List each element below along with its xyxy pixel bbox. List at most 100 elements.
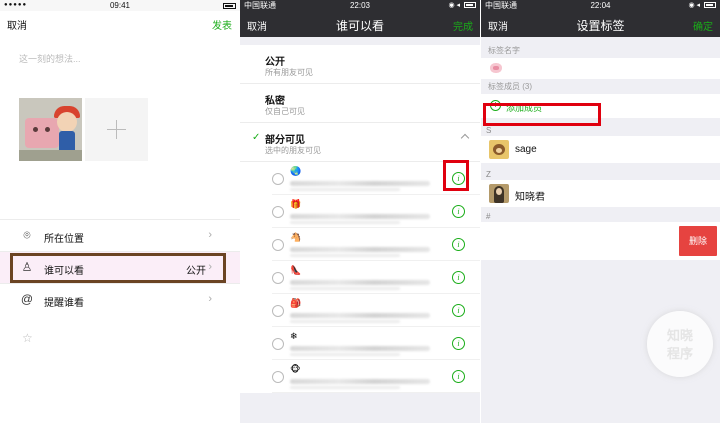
info-icon[interactable]: i — [452, 271, 465, 284]
member-name: 知晓君 — [515, 192, 545, 203]
status-time: 22:03 — [349, 1, 371, 10]
page-title: 设置标签 — [576, 19, 625, 33]
chevron-right-icon: › — [208, 293, 212, 305]
friend-row[interactable]: 👠 i — [240, 261, 480, 294]
chevron-right-icon: › — [208, 229, 212, 241]
friend-row[interactable]: 🐵 i — [240, 360, 480, 393]
friend-avatar-icon: 👠 — [290, 265, 302, 275]
group-header: S — [481, 125, 720, 136]
friend-avatar-icon: 🎒 — [290, 298, 302, 308]
info-icon[interactable]: i — [452, 370, 465, 383]
friend-row[interactable]: 🐴 i — [240, 228, 480, 261]
location-pin-icon: ⌾ — [23, 228, 31, 242]
location-row[interactable]: ⌾ 所在位置 › — [0, 219, 240, 251]
signal-icon: ●●●●● — [4, 2, 28, 8]
radio-button[interactable] — [272, 206, 284, 218]
blurred-name — [290, 221, 400, 224]
friend-row[interactable]: 🎒 i — [240, 294, 480, 327]
option-public[interactable]: 公开 所有朋友可见 — [240, 45, 480, 84]
delete-button[interactable]: 删除 — [679, 226, 717, 256]
nav-bar: 取消 设置标签 确定 — [481, 11, 720, 37]
star-icon[interactable]: ☆ — [22, 331, 33, 345]
publish-button[interactable]: 发表 — [212, 17, 232, 32]
blurred-name — [290, 346, 430, 351]
at-sign-icon: @ — [20, 292, 34, 306]
blurred-name — [290, 181, 430, 186]
friend-tag-list: 🌏 i 🎁 i 🐴 i 👠 i 🎒 i ❄ i 🐵 i — [240, 162, 480, 393]
status-bar: 中国联通 22:03 ◉ ◂ — [240, 0, 480, 11]
battery-icon — [223, 3, 236, 9]
status-time: 22:04 — [590, 1, 611, 10]
add-photo-button[interactable] — [85, 98, 148, 161]
avatar — [489, 140, 509, 159]
status-bar: 中国联通 22:04 ◉ ◂ — [481, 0, 720, 11]
done-button[interactable]: 完成 — [453, 18, 473, 33]
battery-icon: ◉ ◂ — [688, 0, 716, 11]
friend-avatar-icon: 🐴 — [290, 232, 302, 242]
tag-name-label: 标签名字 — [481, 43, 720, 58]
member-name: sage — [515, 144, 537, 155]
blurred-name — [290, 188, 400, 191]
checkmark-icon: ✓ — [252, 132, 261, 143]
group-header: Z — [481, 169, 720, 180]
confirm-button[interactable]: 确定 — [693, 18, 713, 33]
group-header: # — [481, 211, 720, 222]
highlight-frame — [10, 253, 226, 283]
friend-avatar-icon: ❄ — [290, 331, 298, 341]
option-partial[interactable]: ✓ 部分可见 选中的朋友可见 — [240, 123, 480, 162]
blurred-name — [290, 214, 430, 219]
nav-bar: 取消 发表 — [0, 11, 240, 35]
radio-button[interactable] — [272, 272, 284, 284]
compose-moment-panel: ●●●●● 09:41 取消 发表 这一刻的想法... ⌾ 所在位置 › ♙ 谁… — [0, 0, 240, 423]
friend-avatar-icon: 🌏 — [290, 166, 302, 176]
friend-avatar-icon: 🐵 — [290, 364, 301, 374]
member-row[interactable]: 知晓君 — [481, 180, 720, 207]
thought-input[interactable]: 这一刻的想法... — [19, 52, 81, 65]
blurred-name — [290, 313, 430, 318]
remind-row[interactable]: @ 提醒谁看 › — [0, 283, 240, 315]
status-bar: ●●●●● 09:41 — [0, 0, 240, 11]
radio-button[interactable] — [272, 173, 284, 185]
blurred-name — [290, 320, 400, 323]
option-subtitle: 选中的朋友可见 — [265, 146, 321, 155]
location-label: 所在位置 — [44, 234, 84, 245]
info-icon[interactable]: i — [452, 238, 465, 251]
member-row[interactable]: sage — [481, 136, 720, 163]
chevron-up-icon[interactable] — [460, 133, 470, 143]
radio-button[interactable] — [272, 371, 284, 383]
radio-button[interactable] — [272, 305, 284, 317]
nav-bar: 取消 谁可以看 完成 — [240, 11, 480, 37]
member-row-swiped[interactable]: 删除 — [481, 222, 720, 260]
battery-icon: ◉ ◂ — [448, 0, 476, 11]
radio-button[interactable] — [272, 338, 284, 350]
set-tag-panel: 中国联通 22:04 ◉ ◂ 取消 设置标签 确定 标签名字 标签成员 (3) … — [481, 0, 720, 423]
friend-row[interactable]: ❄ i — [240, 327, 480, 360]
info-icon[interactable]: i — [452, 205, 465, 218]
watermark-text-top: 知晓 — [666, 328, 693, 343]
watermark-text-bottom: 程序 — [666, 346, 693, 361]
option-title: 私密 — [265, 96, 285, 107]
status-time: 09:41 — [109, 1, 131, 10]
remind-label: 提醒谁看 — [44, 298, 84, 309]
option-title: 公开 — [265, 57, 285, 68]
friend-row[interactable]: 🎁 i — [240, 195, 480, 228]
pig-emoji-icon — [490, 63, 502, 73]
blurred-name — [290, 287, 400, 290]
friend-avatar-icon: 🎁 — [290, 199, 302, 209]
who-can-see-panel: 中国联通 22:03 ◉ ◂ 取消 谁可以看 完成 公开 所有朋友可见 私密 仅… — [240, 0, 480, 423]
info-icon[interactable]: i — [452, 304, 465, 317]
watermark-logo: 知晓 程序 — [647, 311, 713, 377]
info-icon[interactable]: i — [452, 337, 465, 350]
cancel-button[interactable]: 取消 — [7, 17, 27, 32]
members-label: 标签成员 (3) — [481, 79, 720, 94]
tag-name-field[interactable] — [481, 58, 720, 79]
photo-thumbnail[interactable] — [19, 98, 82, 161]
option-subtitle: 仅自己可见 — [265, 107, 305, 116]
radio-button[interactable] — [272, 239, 284, 251]
highlight-frame — [443, 160, 469, 191]
option-subtitle: 所有朋友可见 — [265, 68, 313, 77]
blurred-name — [290, 280, 430, 285]
option-title: 部分可见 — [265, 135, 305, 146]
page-title: 谁可以看 — [335, 19, 384, 33]
option-private[interactable]: 私密 仅自己可见 — [240, 84, 480, 123]
